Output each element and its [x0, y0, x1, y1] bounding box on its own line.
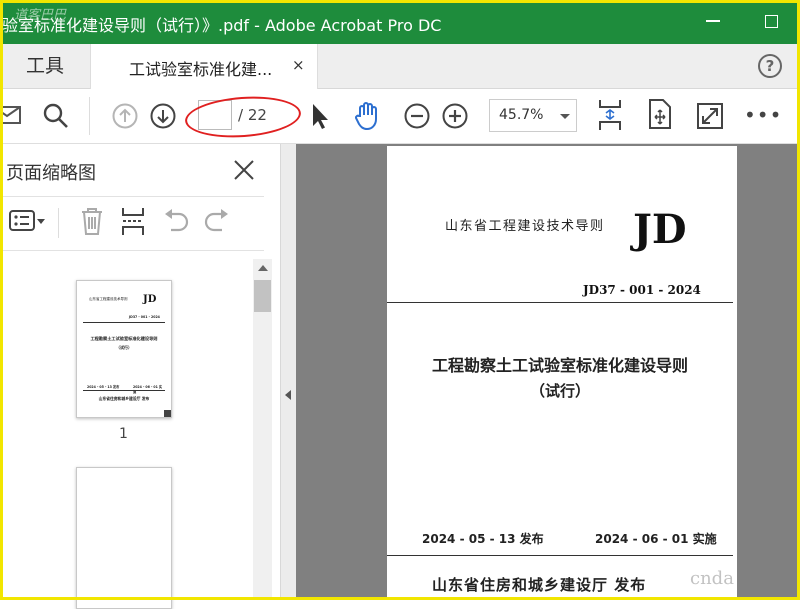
help-icon[interactable]: ? — [758, 54, 782, 78]
next-page-icon[interactable] — [149, 102, 177, 130]
doc-subtitle: （试行） — [529, 382, 590, 400]
panel-splitter[interactable] — [281, 144, 296, 600]
minimize-button[interactable] — [706, 20, 720, 22]
doc-main-title: 工程勘察土工试验室标准化建设导则 — [431, 356, 688, 375]
doc-org: 山东省工程建设技术导则 — [445, 219, 605, 234]
tab-document[interactable]: 工试验室标准化建... × — [90, 44, 318, 89]
undo-icon[interactable] — [162, 206, 190, 236]
thumb-code: JD37 - 001 - 2024 — [129, 315, 160, 319]
tab-document-label: 工试验室标准化建... — [129, 60, 273, 79]
mail-icon[interactable] — [0, 103, 24, 127]
page-thumbnail-1[interactable]: 山东省工程建设技术导则 JD JD37 - 001 - 2024 工程勘察土工试… — [76, 280, 172, 418]
search-icon[interactable] — [42, 102, 70, 130]
doc-publisher: 山东省住房和城乡建设厅 发布 — [432, 576, 647, 594]
watermark-top: 道客巴巴 — [14, 8, 67, 23]
doc-date-effective: 2024 - 06 - 01 实施 — [595, 532, 717, 546]
maximize-button[interactable] — [765, 15, 778, 28]
doc-rule-top — [387, 302, 733, 303]
doc-code: JD37 - 001 - 2024 — [583, 283, 701, 297]
close-icon[interactable] — [232, 158, 256, 182]
more-icon[interactable]: ••• — [744, 103, 782, 127]
chevron-down-icon — [560, 114, 570, 119]
tab-tools[interactable]: 工具 — [0, 44, 90, 88]
watermark-bottom: cnda — [690, 568, 734, 589]
hand-tool-icon[interactable] — [352, 100, 384, 132]
main-toolbar: / 22 45.7% ••• — [0, 89, 800, 144]
thumbnail-page-number: 1 — [119, 426, 128, 442]
redo-icon[interactable] — [203, 206, 231, 236]
doc-date-publish: 2024 - 05 - 13 发布 — [422, 532, 544, 546]
doc-rule-bottom — [387, 555, 733, 556]
thumb-rule — [83, 322, 165, 323]
title-bar: 验室标准化建设导则（试行）》.pdf - Adobe Acrobat Pro D… — [0, 0, 800, 44]
thumb-subtitle: （试行） — [116, 345, 132, 350]
tab-close-icon[interactable]: × — [292, 56, 305, 74]
thumbnail-scrollbar[interactable] — [253, 259, 272, 600]
tab-bar: 工具 工试验室标准化建... × ? — [0, 44, 800, 89]
document-page: 山东省工程建设技术导则 JD JD37 - 001 - 2024 工程勘察土工试… — [387, 146, 737, 606]
scroll-thumb[interactable] — [254, 280, 271, 312]
toolbar-separator — [89, 97, 90, 135]
zoom-out-icon[interactable] — [403, 102, 431, 130]
thumb-org: 山东省工程建设技术导则 — [89, 297, 128, 301]
thumb-corner-marker — [164, 410, 171, 417]
page-thumbnail-2[interactable] — [76, 467, 172, 609]
doc-jd-mark: JD — [633, 206, 687, 253]
prev-page-icon[interactable] — [111, 102, 139, 130]
fit-page-icon[interactable] — [597, 98, 623, 132]
thumb-dates: 2024 - 05 - 13 发布 2024 - 06 - 01 实施 — [87, 384, 165, 394]
fullscreen-icon[interactable] — [696, 102, 724, 130]
collapse-panel-icon[interactable] — [285, 390, 291, 400]
document-view[interactable]: 山东省工程建设技术导则 JD JD37 - 001 - 2024 工程勘察土工试… — [296, 144, 800, 606]
thumb-rule-2 — [83, 390, 165, 391]
zoom-select[interactable]: 45.7% — [489, 99, 577, 132]
panel-title: 页面缩略图 — [6, 163, 96, 184]
thumb-date-publish: 2024 - 05 - 13 发布 — [87, 385, 120, 389]
window-title: 验室标准化建设导则（试行）》.pdf - Adobe Acrobat Pro D… — [2, 16, 442, 35]
thumb-date-effective: 2024 - 06 - 01 实施 — [133, 385, 163, 394]
scroll-up-icon[interactable] — [258, 265, 268, 271]
select-cursor-icon[interactable] — [309, 102, 331, 130]
zoom-in-icon[interactable] — [441, 102, 469, 130]
scroll-mode-icon[interactable] — [646, 98, 674, 130]
trash-icon[interactable] — [80, 206, 104, 236]
panel-toolbar-separator — [58, 208, 59, 238]
panel-divider-2 — [0, 250, 264, 251]
thumb-publisher: 山东省住房和城乡建设厅 发布 — [98, 396, 150, 401]
thumb-main-title: 工程勘察土工试验室标准化建设导则 — [90, 336, 158, 341]
options-menu-icon[interactable] — [8, 206, 48, 236]
insert-pages-icon[interactable] — [120, 206, 146, 236]
panel-divider — [0, 196, 264, 197]
thumb-jd: JD — [143, 294, 157, 305]
zoom-value: 45.7% — [499, 107, 544, 123]
